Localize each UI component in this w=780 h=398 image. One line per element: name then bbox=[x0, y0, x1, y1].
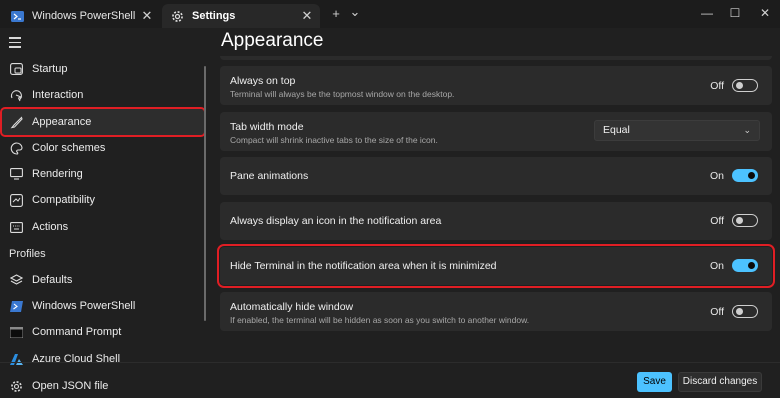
sidebar-divider bbox=[0, 362, 212, 363]
gear-icon bbox=[9, 379, 23, 393]
sidebar-item-startup[interactable]: Startup bbox=[2, 56, 204, 82]
toggle-state: Off bbox=[710, 305, 724, 318]
setting-always-on-top: Always on top Terminal will always be th… bbox=[220, 66, 772, 105]
sidebar-item-label: Azure Cloud Shell bbox=[32, 353, 121, 365]
sidebar-item-label: Actions bbox=[32, 221, 69, 233]
always-display-icon-toggle[interactable]: Off bbox=[710, 214, 758, 227]
sidebar-item-azure-cloud-shell[interactable]: Azure Cloud Shell bbox=[2, 346, 204, 372]
sidebar-item-label: Windows PowerShell bbox=[32, 300, 136, 312]
setting-label: Always display an icon in the notificati… bbox=[230, 215, 442, 227]
page-title: Appearance bbox=[221, 30, 324, 51]
sidebar-item-actions[interactable]: Actions bbox=[2, 214, 204, 240]
automatically-hide-window-toggle[interactable]: Off bbox=[710, 305, 758, 318]
setting-description: If enabled, the terminal will be hidden … bbox=[230, 315, 530, 325]
sidebar-item-windows-powershell[interactable]: Windows PowerShell bbox=[2, 293, 204, 319]
toggle-switch[interactable] bbox=[732, 259, 758, 272]
toggle-switch[interactable] bbox=[732, 214, 758, 227]
title-bar: Windows PowerShell ✕ Settings ✕ + ⌄ — ☐ … bbox=[0, 0, 780, 28]
toggle-state: On bbox=[709, 259, 724, 272]
setting-automatically-hide-window: Automatically hide window If enabled, th… bbox=[220, 292, 772, 331]
sidebar-item-label: Appearance bbox=[32, 116, 92, 128]
palette-icon bbox=[9, 141, 23, 155]
monitor-icon bbox=[9, 167, 23, 181]
toggle-state: Off bbox=[710, 214, 724, 227]
hamburger-menu-icon[interactable] bbox=[9, 37, 21, 48]
sidebar-item-label: Defaults bbox=[32, 274, 73, 286]
interaction-icon bbox=[9, 88, 23, 102]
hide-terminal-toggle[interactable]: On bbox=[710, 259, 758, 272]
sidebar: Startup Interaction Appearance Color sch… bbox=[0, 28, 212, 398]
profiles-section-label: Profiles bbox=[9, 248, 46, 260]
toggle-state: Off bbox=[710, 79, 724, 92]
tab-label: Windows PowerShell bbox=[32, 10, 136, 22]
sidebar-item-color-schemes[interactable]: Color schemes bbox=[2, 135, 204, 161]
setting-label: Hide Terminal in the notification area w… bbox=[230, 260, 497, 272]
discard-changes-button[interactable]: Discard changes bbox=[678, 372, 762, 392]
setting-always-display-icon: Always display an icon in the notificati… bbox=[220, 202, 772, 240]
tab-windows-powershell[interactable]: Windows PowerShell ✕ bbox=[4, 4, 160, 28]
setting-label: Tab width mode bbox=[230, 121, 304, 133]
powershell-icon bbox=[10, 9, 24, 23]
close-window-button[interactable]: ✕ bbox=[750, 3, 780, 23]
sidebar-item-label: Command Prompt bbox=[32, 326, 122, 338]
brush-icon bbox=[9, 115, 23, 129]
sidebar-item-defaults[interactable]: Defaults bbox=[2, 267, 204, 293]
setting-tab-width-mode: Tab width mode Compact will shrink inact… bbox=[220, 112, 772, 151]
setting-description: Terminal will always be the topmost wind… bbox=[230, 89, 455, 99]
close-tab-icon[interactable]: ✕ bbox=[140, 9, 154, 23]
sidebar-item-label: Compatibility bbox=[32, 194, 95, 206]
settings-main: Appearance Always on top Terminal will a… bbox=[212, 28, 780, 398]
sidebar-item-label: Rendering bbox=[32, 168, 83, 180]
setting-label: Pane animations bbox=[230, 170, 309, 182]
sidebar-scrollbar[interactable] bbox=[204, 66, 206, 321]
sidebar-item-label: Startup bbox=[32, 63, 68, 75]
setting-label: Always on top bbox=[230, 75, 296, 87]
maximize-button[interactable]: ☐ bbox=[720, 3, 750, 23]
powershell-icon bbox=[9, 299, 23, 313]
setting-row-partial bbox=[220, 56, 772, 60]
compatibility-icon bbox=[9, 193, 23, 207]
keyboard-icon bbox=[9, 220, 23, 234]
azure-icon bbox=[9, 352, 23, 366]
cmd-icon bbox=[9, 325, 23, 339]
minimize-button[interactable]: — bbox=[692, 3, 722, 23]
sidebar-item-command-prompt[interactable]: Command Prompt bbox=[2, 319, 204, 345]
open-json-file-button[interactable]: Open JSON file bbox=[2, 373, 204, 398]
tab-dropdown-button[interactable]: ⌄ bbox=[347, 4, 363, 20]
setting-pane-animations: Pane animations On bbox=[220, 157, 772, 195]
toggle-switch[interactable] bbox=[732, 169, 758, 182]
startup-icon bbox=[9, 62, 23, 76]
toggle-state: On bbox=[709, 169, 724, 182]
footer-divider bbox=[212, 362, 780, 363]
new-tab-button[interactable]: + bbox=[328, 6, 344, 22]
pane-animations-toggle[interactable]: On bbox=[710, 169, 758, 182]
tab-label: Settings bbox=[192, 10, 236, 22]
tab-width-mode-select[interactable]: Equal ⌄ bbox=[594, 120, 760, 141]
sidebar-item-interaction[interactable]: Interaction bbox=[2, 82, 204, 108]
sidebar-item-appearance[interactable]: Appearance bbox=[0, 107, 206, 137]
toggle-switch[interactable] bbox=[732, 305, 758, 318]
always-on-top-toggle[interactable]: Off bbox=[710, 79, 758, 92]
setting-hide-terminal-when-minimized: Hide Terminal in the notification area w… bbox=[217, 244, 775, 288]
select-value: Equal bbox=[603, 124, 630, 136]
sidebar-item-label: Interaction bbox=[32, 89, 84, 101]
layers-icon bbox=[9, 273, 23, 287]
open-json-label: Open JSON file bbox=[32, 380, 109, 392]
sidebar-item-compatibility[interactable]: Compatibility bbox=[2, 187, 204, 213]
chevron-down-icon: ⌄ bbox=[743, 125, 751, 135]
setting-description: Compact will shrink inactive tabs to the… bbox=[230, 135, 438, 145]
toggle-switch[interactable] bbox=[732, 79, 758, 92]
save-button[interactable]: Save bbox=[637, 372, 672, 392]
sidebar-item-label: Color schemes bbox=[32, 142, 106, 154]
setting-label: Automatically hide window bbox=[230, 301, 354, 313]
gear-icon bbox=[170, 9, 184, 23]
tab-settings[interactable]: Settings ✕ bbox=[162, 4, 320, 28]
close-tab-icon[interactable]: ✕ bbox=[300, 9, 314, 23]
sidebar-item-rendering[interactable]: Rendering bbox=[2, 161, 204, 187]
